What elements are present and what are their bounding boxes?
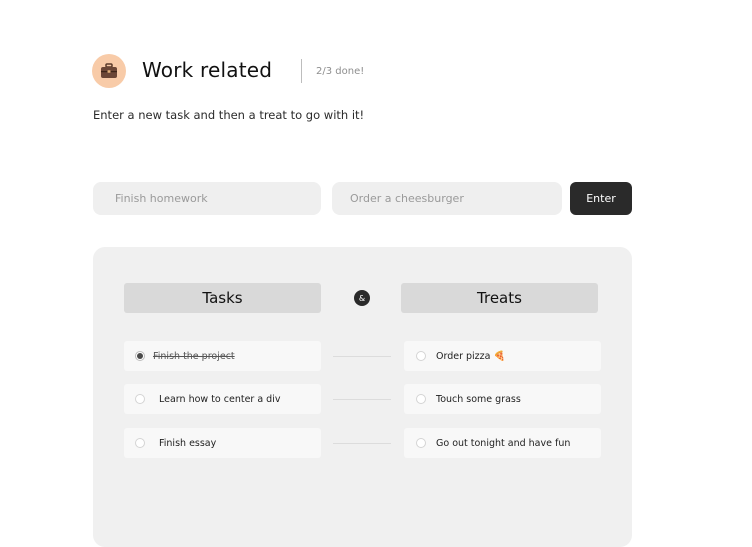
tasks-heading: Tasks <box>124 283 321 313</box>
briefcase-icon <box>101 63 117 78</box>
task-item[interactable]: Finish essay <box>124 428 321 458</box>
instructions-text: Enter a new task and then a treat to go … <box>93 108 365 122</box>
ampersand-badge: & <box>354 290 370 306</box>
treat-checkbox[interactable] <box>416 438 426 448</box>
task-checkbox[interactable] <box>135 351 145 361</box>
page-title: Work related <box>142 58 273 82</box>
task-label: Finish the project <box>153 350 235 362</box>
treat-label: Order pizza 🍕 <box>436 350 506 362</box>
task-checkbox[interactable] <box>135 438 145 448</box>
progress-text: 2/3 done! <box>316 66 365 77</box>
pair-connector <box>333 356 391 357</box>
treat-checkbox[interactable] <box>416 394 426 404</box>
task-label: Finish essay <box>159 437 217 449</box>
treat-item[interactable]: Go out tonight and have fun <box>404 428 601 458</box>
treat-label: Go out tonight and have fun <box>436 437 571 449</box>
treat-input[interactable] <box>332 182 562 215</box>
pair-connector <box>333 443 391 444</box>
treat-item[interactable]: Order pizza 🍕 <box>404 341 601 371</box>
task-checkbox[interactable] <box>135 394 145 404</box>
enter-button[interactable]: Enter <box>570 182 632 215</box>
task-label: Learn how to center a div <box>159 393 281 405</box>
treat-item[interactable]: Touch some grass <box>404 384 601 414</box>
treats-heading: Treats <box>401 283 598 313</box>
task-item[interactable]: Learn how to center a div <box>124 384 321 414</box>
pair-connector <box>333 399 391 400</box>
treat-checkbox[interactable] <box>416 351 426 361</box>
list-avatar <box>92 54 126 88</box>
header-divider <box>301 59 302 83</box>
treat-label: Touch some grass <box>436 393 521 405</box>
task-item[interactable]: Finish the project <box>124 341 321 371</box>
list-header: Work related 2/3 done! <box>92 54 492 90</box>
task-board: Tasks & Treats Finish the project Order … <box>93 247 632 547</box>
task-input[interactable] <box>93 182 321 215</box>
